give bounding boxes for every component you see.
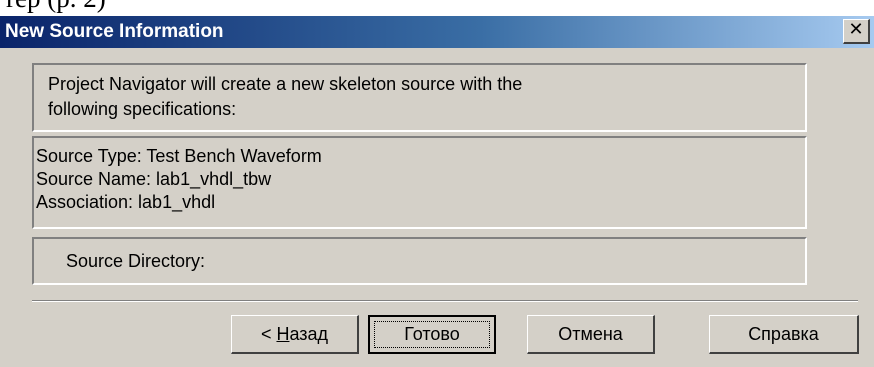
source-type-text: Source Type: Test Bench Waveform (36, 146, 322, 166)
cancel-button[interactable]: Отмена (527, 315, 655, 354)
close-icon: ✕ (848, 19, 864, 40)
association-text: Association: lab1_vhdl (36, 192, 216, 212)
source-directory-label: Source Directory: (66, 251, 206, 271)
cropped-document-text-row: rep (p. 2) (0, 0, 874, 16)
new-source-information-dialog: rep (p. 2) New Source Information ✕ Proj… (0, 0, 874, 367)
back-button-label: азад (289, 324, 329, 344)
specification-panel: Source Type: Test Bench Waveform Source … (32, 136, 807, 229)
finish-button-label: Готово (404, 324, 460, 344)
title-bar[interactable]: New Source Information ✕ (0, 16, 874, 48)
button-row-separator (32, 300, 858, 302)
finish-button[interactable]: Готово (368, 315, 496, 354)
window-title: New Source Information (5, 21, 224, 42)
source-directory-panel: Source Directory: (32, 237, 807, 285)
cancel-button-label: Отмена (558, 324, 623, 344)
intro-text-line-2: following specifications: (48, 99, 237, 119)
back-button-mnemonic: Н (276, 324, 290, 344)
intro-text-line-1: Project Navigator will create a new skel… (48, 74, 523, 94)
back-button-prefix: < (260, 324, 277, 344)
help-button-label: Справка (748, 324, 819, 344)
help-button[interactable]: Справка (709, 315, 859, 354)
cropped-document-text: rep (p. 2) (6, 0, 106, 13)
close-button[interactable]: ✕ (843, 19, 870, 44)
intro-panel: Project Navigator will create a new skel… (32, 63, 807, 132)
back-button[interactable]: < Назад (231, 315, 359, 354)
source-name-text: Source Name: lab1_vhdl_tbw (36, 169, 272, 189)
